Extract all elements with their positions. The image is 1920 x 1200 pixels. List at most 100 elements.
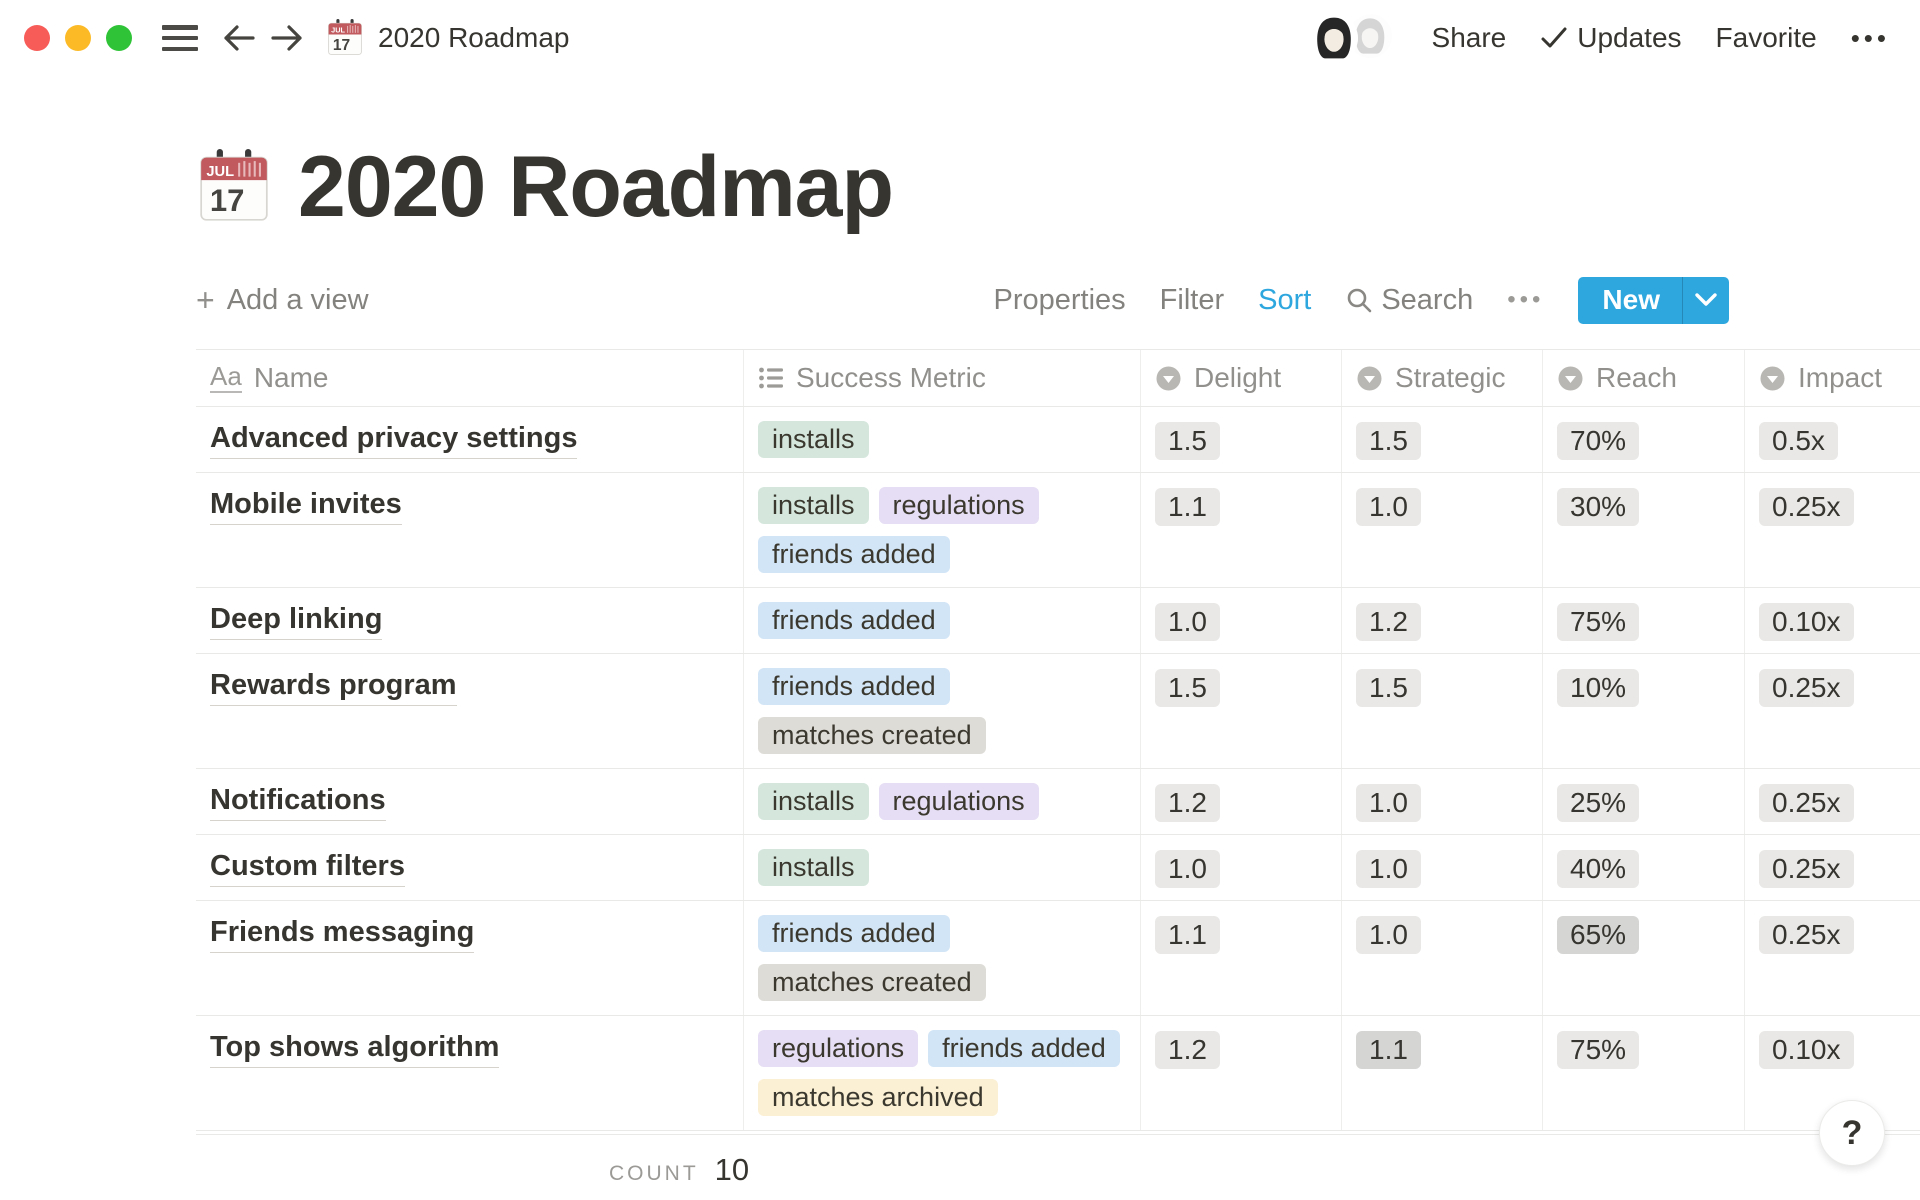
table-row: Deep linking friends added 1.0 1.275%0.10x — [196, 588, 1920, 654]
success-metric-cell[interactable]: friends addedmatches created — [744, 901, 1141, 1015]
reach-cell[interactable]: 75% — [1543, 1016, 1745, 1130]
success-metric-cell[interactable]: installs — [744, 835, 1141, 900]
row-title[interactable]: Top shows algorithm — [210, 1031, 499, 1068]
row-title[interactable]: Mobile invites — [210, 488, 402, 525]
search-icon — [1345, 286, 1373, 314]
reach-cell[interactable]: 75% — [1543, 588, 1745, 653]
success-metric-cell[interactable]: regulationsfriends addedmatches archived — [744, 1016, 1141, 1130]
reach-cell[interactable]: 65% — [1543, 901, 1745, 1015]
name-cell[interactable]: Custom filters — [196, 835, 744, 900]
share-button[interactable]: Share — [1432, 22, 1507, 54]
table-count-footer[interactable]: COUNT 10 — [609, 1152, 749, 1188]
properties-button[interactable]: Properties — [994, 284, 1126, 317]
name-cell[interactable]: Friends messaging — [196, 901, 744, 1015]
metric-tag: regulations — [758, 1030, 918, 1067]
delight-cell[interactable]: 1.5 — [1141, 407, 1342, 472]
name-cell[interactable]: Top shows algorithm — [196, 1016, 744, 1130]
favorite-button[interactable]: Favorite — [1716, 22, 1817, 54]
strategic-cell[interactable]: 1.2 — [1342, 588, 1543, 653]
column-header-strategic[interactable]: Strategic — [1342, 350, 1543, 406]
delight-cell[interactable]: 1.0 — [1141, 835, 1342, 900]
success-metric-cell[interactable]: friends addedmatches created — [744, 654, 1141, 768]
impact-cell[interactable]: 0.25x — [1745, 473, 1920, 587]
success-metric-cell[interactable]: installsregulationsfriends added — [744, 473, 1141, 587]
filter-button[interactable]: Filter — [1160, 284, 1224, 317]
calendar-page-icon[interactable]: JUL 17 — [196, 149, 272, 225]
name-cell[interactable]: Mobile invites — [196, 473, 744, 587]
column-header-success_metric[interactable]: Success Metric — [744, 350, 1141, 406]
strategic-cell[interactable]: 1.5 — [1342, 654, 1543, 768]
add-view-button[interactable]: + Add a view — [196, 284, 369, 317]
table-row: Top shows algorithm regulations friends ad… — [196, 1016, 1920, 1131]
number-value: 1.5 — [1356, 422, 1421, 460]
impact-cell[interactable]: 0.25x — [1745, 835, 1920, 900]
close-window-button[interactable] — [24, 25, 50, 51]
collaborator-avatars[interactable] — [1310, 14, 1394, 62]
window-topbar: JUL 17 2020 Roadmap — [0, 0, 1920, 76]
updates-button[interactable]: Updates — [1540, 22, 1681, 54]
sidebar-menu-icon[interactable] — [162, 25, 198, 51]
reach-cell[interactable]: 25% — [1543, 769, 1745, 834]
help-button[interactable]: ? — [1819, 1100, 1885, 1166]
name-cell[interactable]: Notifications — [196, 769, 744, 834]
metric-tag: friends added — [758, 915, 950, 952]
strategic-cell[interactable]: 1.1 — [1342, 1016, 1543, 1130]
impact-cell[interactable]: 0.10x — [1745, 588, 1920, 653]
database-table: AaName Success Metric Delight Strategic … — [196, 349, 1920, 1135]
strategic-cell[interactable]: 1.0 — [1342, 901, 1543, 1015]
breadcrumb-document-title[interactable]: 2020 Roadmap — [378, 22, 569, 54]
row-title[interactable]: Custom filters — [210, 850, 405, 887]
strategic-cell[interactable]: 1.5 — [1342, 407, 1543, 472]
search-button[interactable]: Search — [1345, 284, 1473, 317]
row-title[interactable]: Notifications — [210, 784, 386, 821]
zoom-window-button[interactable] — [106, 25, 132, 51]
name-cell[interactable]: Rewards program — [196, 654, 744, 768]
strategic-cell[interactable]: 1.0 — [1342, 473, 1543, 587]
row-title[interactable]: Friends messaging — [210, 916, 474, 953]
reach-cell[interactable]: 70% — [1543, 407, 1745, 472]
reach-cell[interactable]: 10% — [1543, 654, 1745, 768]
impact-cell[interactable]: 0.25x — [1745, 769, 1920, 834]
chevron-down-icon[interactable] — [1683, 277, 1729, 324]
success-metric-cell[interactable]: installs — [744, 407, 1141, 472]
name-cell[interactable]: Deep linking — [196, 588, 744, 653]
view-more-options-icon[interactable]: ••• — [1507, 286, 1544, 314]
name-cell[interactable]: Advanced privacy settings — [196, 407, 744, 472]
success-metric-cell[interactable]: friends added — [744, 588, 1141, 653]
delight-cell[interactable]: 1.2 — [1141, 769, 1342, 834]
number-icon — [1155, 365, 1182, 392]
table-row: Advanced privacy settingsinstalls1.51.57… — [196, 407, 1920, 473]
row-title[interactable]: Deep linking — [210, 603, 382, 640]
impact-cell[interactable]: 0.5x — [1745, 407, 1920, 472]
multiselect-icon — [758, 365, 784, 391]
delight-cell[interactable]: 1.1 — [1141, 473, 1342, 587]
impact-cell[interactable]: 0.25x — [1745, 654, 1920, 768]
reach-cell[interactable]: 40% — [1543, 835, 1745, 900]
number-value: 1.1 — [1356, 1031, 1421, 1069]
forward-arrow-icon[interactable] — [270, 21, 304, 55]
strategic-cell[interactable]: 1.0 — [1342, 769, 1543, 834]
impact-cell[interactable]: 0.25x — [1745, 901, 1920, 1015]
page-title[interactable]: 2020 Roadmap — [298, 138, 893, 237]
delight-cell[interactable]: 1.2 — [1141, 1016, 1342, 1130]
number-value: 1.0 — [1155, 603, 1220, 641]
column-header-delight[interactable]: Delight — [1141, 350, 1342, 406]
reach-cell[interactable]: 30% — [1543, 473, 1745, 587]
metric-tag: friends added — [928, 1030, 1120, 1067]
strategic-cell[interactable]: 1.0 — [1342, 835, 1543, 900]
delight-cell[interactable]: 1.5 — [1141, 654, 1342, 768]
row-title[interactable]: Advanced privacy settings — [210, 422, 577, 459]
back-arrow-icon[interactable] — [222, 21, 256, 55]
more-options-icon[interactable]: ••• — [1851, 23, 1890, 54]
minimize-window-button[interactable] — [65, 25, 91, 51]
column-header-name[interactable]: AaName — [196, 350, 744, 406]
delight-cell[interactable]: 1.0 — [1141, 588, 1342, 653]
row-title[interactable]: Rewards program — [210, 669, 457, 706]
column-header-label: Reach — [1596, 362, 1677, 394]
delight-cell[interactable]: 1.1 — [1141, 901, 1342, 1015]
success-metric-cell[interactable]: installsregulations — [744, 769, 1141, 834]
new-record-button[interactable]: New — [1578, 277, 1729, 324]
column-header-reach[interactable]: Reach — [1543, 350, 1745, 406]
sort-button[interactable]: Sort — [1258, 284, 1311, 317]
column-header-impact[interactable]: Impact — [1745, 350, 1920, 406]
